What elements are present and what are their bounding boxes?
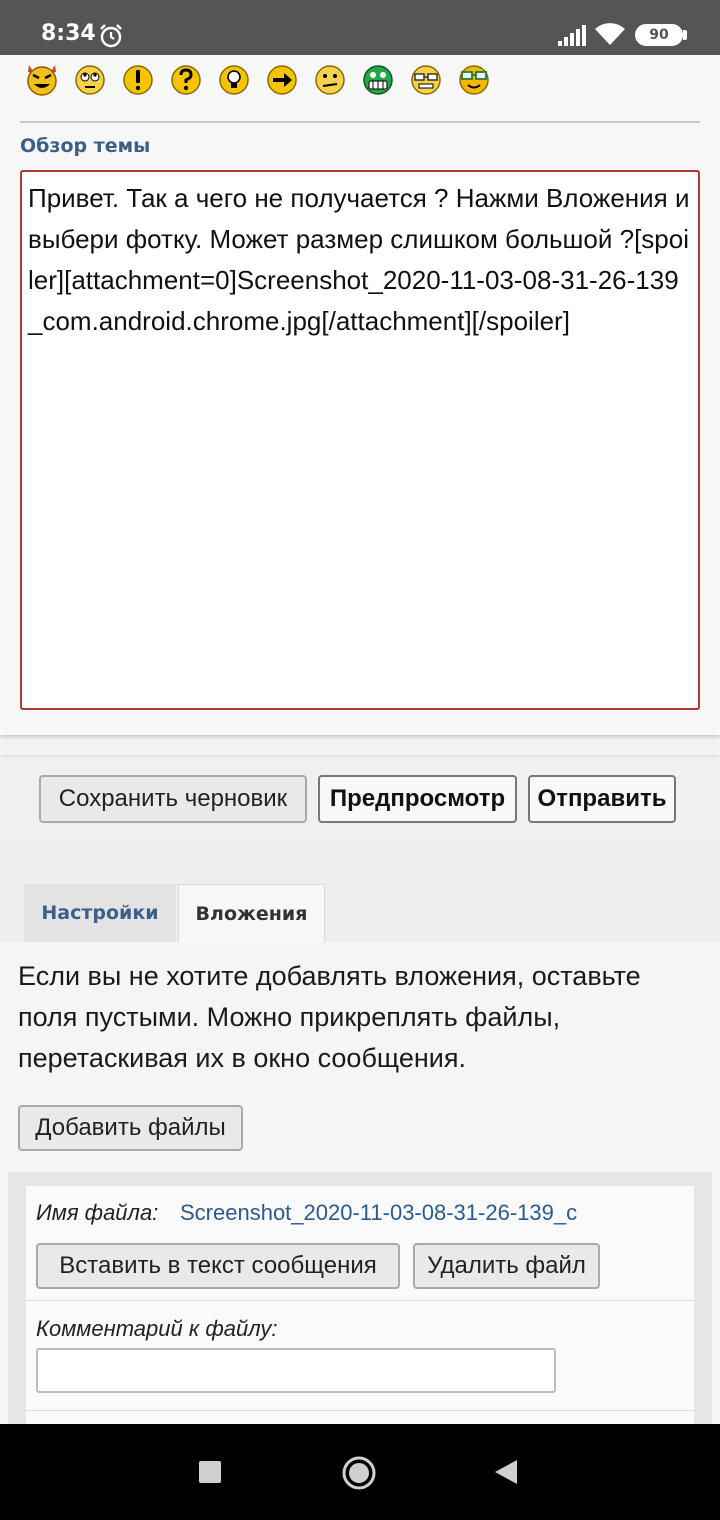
attachment-row: Имя файла: Screenshot_2020-11-03-08-31-2… [8,1172,712,1446]
divider [26,1300,694,1301]
alarm-icon [100,24,122,48]
divider [20,121,700,123]
green-grin-smiley[interactable] [360,61,396,97]
idea-smiley[interactable] [216,61,252,97]
rolling-eyes-smiley[interactable] [72,61,108,97]
submit-button[interactable]: Отправить [528,775,676,823]
file-name-label: Имя файла: [36,1200,159,1225]
attachment-card: Имя файла: Screenshot_2020-11-03-08-31-2… [26,1186,694,1446]
delete-file-button[interactable]: Удалить файл [413,1243,600,1289]
exclamation-smiley[interactable] [120,61,156,97]
system-nav-bar [0,1424,720,1520]
file-comment-label: Комментарий к файлу: [36,1316,278,1341]
battery-tip [683,30,687,40]
tab-settings[interactable]: Настройки [24,884,176,942]
question-smiley[interactable] [168,61,204,97]
tabs-bar: Настройки Вложения [0,841,720,942]
devil-smiley[interactable] [24,61,60,97]
divider [26,1410,694,1411]
action-bar: Сохранить черновик Предпросмотр Отправит… [0,757,720,841]
neutral-smiley[interactable] [312,61,348,97]
recents-icon[interactable] [199,1461,221,1483]
post-editor-panel: Обзор темы Привет. Так а чего не получае… [0,55,720,735]
battery-icon: 90 [635,24,683,46]
tab-attachments[interactable]: Вложения [178,884,325,942]
home-icon[interactable] [341,1455,377,1491]
signal-icon [558,25,586,46]
geek-smiley[interactable] [408,61,444,97]
back-icon[interactable] [493,1458,519,1486]
wifi-icon [595,23,625,45]
arrow-smiley[interactable] [264,61,300,97]
insert-into-message-button[interactable]: Вставить в текст сообщения [36,1243,400,1289]
status-bar: 8:34 90 [0,0,720,55]
message-textarea[interactable]: Привет. Так а чего не получается ? Нажми… [20,170,700,710]
attachments-info: Если вы не хотите добавлять вложения, ос… [18,961,641,1073]
file-name-link[interactable]: Screenshot_2020-11-03-08-31-26-139_c [180,1200,606,1226]
preview-button[interactable]: Предпросмотр [318,775,517,823]
save-draft-button[interactable]: Сохранить черновик [39,775,307,823]
section-label: Обзор темы [20,135,151,157]
glasses-smiley[interactable] [456,61,492,97]
file-comment-input[interactable] [36,1348,556,1393]
battery-level: 90 [649,27,669,43]
attachments-panel: Если вы не хотите добавлять вложения, ос… [0,942,720,1446]
add-files-button[interactable]: Добавить файлы [18,1105,243,1151]
status-time: 8:34 [41,21,96,46]
